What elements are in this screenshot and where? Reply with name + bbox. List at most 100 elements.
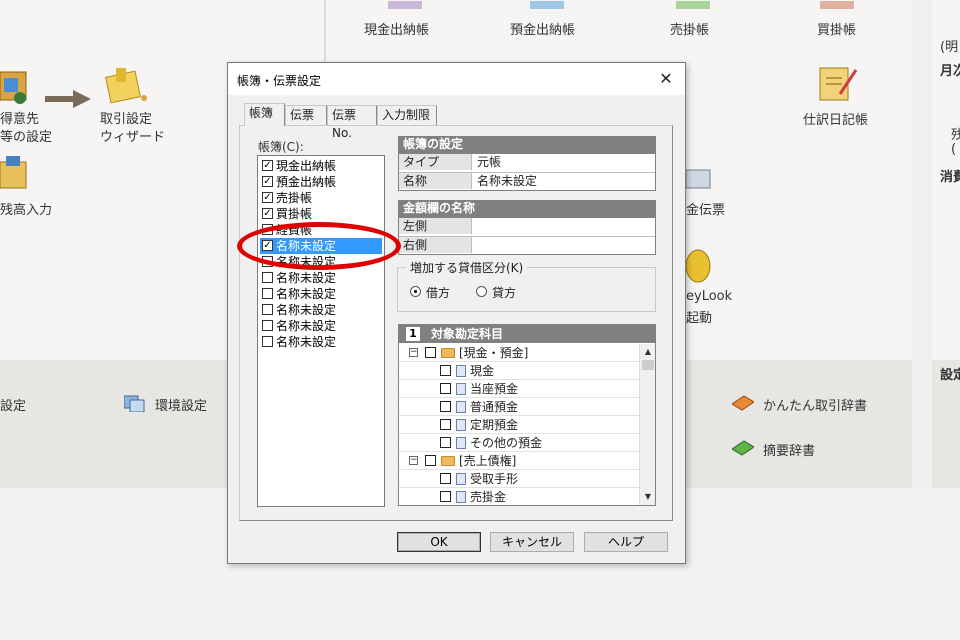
account-row[interactable]: 売掛金: [399, 488, 639, 505]
ledger-list-item[interactable]: 名称未設定: [260, 318, 382, 334]
wizard-label2[interactable]: ウィザード: [100, 126, 165, 145]
help-button[interactable]: ヘルプ: [584, 532, 668, 552]
checkbox-icon[interactable]: [262, 288, 273, 299]
slip-label[interactable]: 金伝票: [686, 199, 725, 218]
ledger-settings-header: 帳簿の設定: [398, 136, 656, 153]
collapse-icon[interactable]: −: [409, 456, 418, 465]
ledger-list-item[interactable]: 名称未設定: [260, 270, 382, 286]
ledger-list-item[interactable]: ✓ 現金出納帳: [260, 158, 382, 174]
customer-settings-label1[interactable]: 得意先: [0, 108, 39, 127]
deposit-ledger-label[interactable]: 預金出納帳: [510, 19, 575, 38]
collapse-icon[interactable]: −: [409, 348, 418, 357]
scroll-up-icon[interactable]: ▲: [641, 345, 655, 359]
tab-input-restriction[interactable]: 入力制限: [377, 105, 437, 125]
target-accounts-tree[interactable]: 1 対象勘定科目 − [現金・預金] 現金 当座預金 普通預金定期預金その他の預金 − [売…: [398, 324, 656, 506]
checkbox-icon[interactable]: [440, 437, 451, 448]
right-column-row: 右側: [399, 236, 655, 253]
ledger-list-item[interactable]: 名称未設定: [260, 334, 382, 350]
scroll-down-icon[interactable]: ▼: [641, 490, 655, 504]
ledger-list-item-label: 名称未設定: [276, 271, 337, 285]
credit-label[interactable]: 貸方: [492, 284, 516, 301]
account-label: [現金・預金]: [459, 346, 529, 360]
ledger-list-item-label: 現金出納帳: [276, 159, 337, 173]
debit-radio[interactable]: [410, 286, 421, 297]
customer-settings-label2[interactable]: 等の設定: [0, 126, 52, 145]
account-row[interactable]: 現金: [399, 362, 639, 380]
tab-slip-number[interactable]: 伝票No.: [327, 105, 377, 140]
checkbox-icon[interactable]: [425, 455, 436, 466]
account-row[interactable]: 受取手形: [399, 470, 639, 488]
journal-icon[interactable]: [816, 64, 860, 109]
cash-ledger-label[interactable]: 現金出納帳: [364, 19, 429, 38]
checkbox-icon[interactable]: [440, 383, 451, 394]
account-row[interactable]: その他の預金: [399, 434, 639, 452]
wizard-label1[interactable]: 取引設定: [100, 108, 152, 127]
ledger-list-item[interactable]: 名称未設定: [260, 286, 382, 302]
settings-label[interactable]: 設定: [0, 395, 26, 414]
ledger-list-item[interactable]: ✓ 買掛帳: [260, 206, 382, 222]
summary-dictionary-label[interactable]: 摘要辞書: [763, 440, 815, 459]
right-fragment: 残: [951, 128, 960, 143]
easy-dictionary-label[interactable]: かんたん取引辞書: [763, 395, 867, 414]
checkbox-icon[interactable]: ✓: [262, 192, 273, 203]
ledger-list[interactable]: ✓ 現金出納帳 ✓ 預金出納帳 ✓ 売掛帳 ✓ 買掛帳 経費帳 ✓ 名称未設定 名称未設定 名称未設定名…: [257, 155, 385, 507]
summary-dictionary-icon[interactable]: [731, 439, 755, 460]
cancel-button[interactable]: キャンセル: [490, 532, 574, 552]
account-group-row[interactable]: − [売上債権]: [399, 452, 639, 470]
checkbox-icon[interactable]: [440, 365, 451, 376]
checkbox-icon[interactable]: [262, 320, 273, 331]
environment-icon[interactable]: [123, 394, 146, 415]
checkbox-icon[interactable]: [440, 401, 451, 412]
checkbox-icon[interactable]: ✓: [262, 160, 273, 171]
checkbox-icon[interactable]: [440, 473, 451, 484]
keylook-icon[interactable]: [685, 248, 714, 287]
checkbox-icon[interactable]: [262, 272, 273, 283]
ledger-type-key: タイプ: [399, 154, 472, 170]
customer-icon[interactable]: [0, 68, 30, 106]
folder-icon: [441, 456, 455, 466]
environment-settings-label[interactable]: 環境設定: [155, 395, 207, 414]
account-group-row[interactable]: − [現金・預金]: [399, 344, 639, 362]
target-accounts-header: 1 対象勘定科目: [399, 325, 655, 343]
balance-entry-label[interactable]: 残高入力: [0, 199, 52, 218]
scroll-thumb[interactable]: [642, 360, 654, 370]
account-icon: [456, 419, 466, 431]
receivables-ledger-label[interactable]: 売掛帳: [670, 19, 709, 38]
tab-slip[interactable]: 伝票: [285, 105, 327, 125]
ledger-name-value[interactable]: 名称未設定: [477, 173, 537, 189]
ledger-list-item[interactable]: ✓ 売掛帳: [260, 190, 382, 206]
dictionary-icon[interactable]: [731, 394, 755, 415]
right-column-key: 右側: [399, 237, 472, 253]
close-icon[interactable]: ✕: [653, 67, 679, 91]
payables-ledger-label[interactable]: 買掛帳: [817, 19, 856, 38]
arrow-right-icon: [45, 90, 91, 111]
checkbox-icon[interactable]: [425, 347, 436, 358]
ok-button[interactable]: OK: [397, 532, 481, 552]
left-column-row: 左側: [399, 218, 655, 235]
checkbox-icon[interactable]: [440, 491, 451, 502]
ledger-list-item-label: 買掛帳: [276, 207, 313, 221]
ledger-list-item[interactable]: ✓ 預金出納帳: [260, 174, 382, 190]
tab-ledger[interactable]: 帳簿: [244, 103, 285, 126]
journal-label[interactable]: 仕訳日記帳: [803, 109, 868, 128]
wizard-icon[interactable]: [104, 64, 150, 109]
slip-icon[interactable]: [685, 164, 714, 195]
checkbox-icon[interactable]: ✓: [262, 208, 273, 219]
keylook-label2[interactable]: 起動: [686, 307, 712, 326]
ledger-list-item[interactable]: 名称未設定: [260, 302, 382, 318]
account-label: 定期預金: [470, 418, 519, 432]
checkbox-icon[interactable]: [262, 304, 273, 315]
checkbox-icon[interactable]: [262, 336, 273, 347]
debit-label[interactable]: 借方: [426, 284, 450, 301]
ledger-list-item-label: 預金出納帳: [276, 175, 337, 189]
book-icon: [388, 0, 422, 14]
tree-scrollbar[interactable]: ▲ ▼: [639, 344, 655, 505]
credit-radio[interactable]: [476, 286, 487, 297]
checkbox-icon[interactable]: [440, 419, 451, 430]
account-row[interactable]: 当座預金: [399, 380, 639, 398]
checkbox-icon[interactable]: ✓: [262, 176, 273, 187]
balance-icon[interactable]: [0, 156, 30, 195]
keylook-label1[interactable]: eyLook: [686, 289, 732, 304]
account-row[interactable]: 定期預金: [399, 416, 639, 434]
account-row[interactable]: 普通預金: [399, 398, 639, 416]
